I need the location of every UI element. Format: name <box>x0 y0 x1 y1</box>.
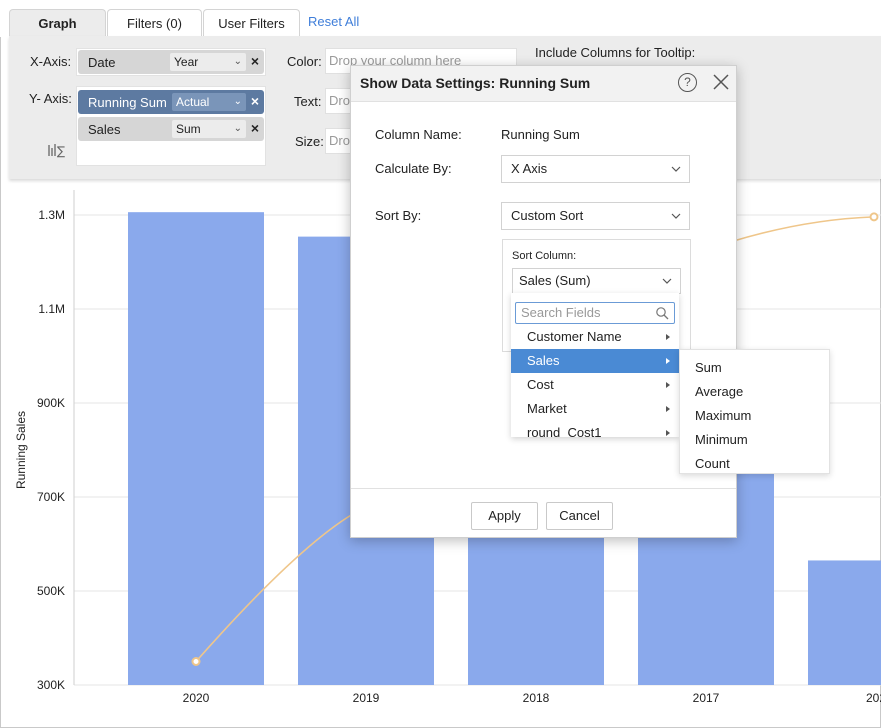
line-point <box>869 212 879 222</box>
tab-user-filters[interactable]: User Filters <box>203 9 300 37</box>
line-point <box>191 657 201 666</box>
y-pill-name: Running Sum <box>88 95 167 110</box>
y-pill-agg-select[interactable]: Sum ⌄ <box>172 120 246 138</box>
dialog-title: Show Data Settings: Running Sum <box>360 75 591 91</box>
column-name-value: Running Sum <box>501 127 580 142</box>
apply-button[interactable]: Apply <box>471 502 538 530</box>
x-pill-name: Date <box>88 55 116 70</box>
chevron-down-icon: ⌄ <box>233 56 242 67</box>
submenu-arrow-icon <box>666 382 670 388</box>
help-icon[interactable]: ? <box>678 73 697 92</box>
submenu-item-count[interactable]: Count <box>695 456 730 471</box>
remove-y-pill-icon[interactable]: × <box>251 93 259 109</box>
bar <box>128 212 264 685</box>
aggregate-submenu: Sum Average Maximum Minimum Count <box>679 349 830 474</box>
calculate-by-label: Calculate By: <box>375 161 452 176</box>
y-axis-pill-sales[interactable]: Sales Sum ⌄ × <box>78 117 264 141</box>
y-axis-title: Running Sales <box>14 411 28 489</box>
x-pill-agg-value: Year <box>174 55 199 69</box>
x-axis-shelf[interactable]: Date Year ⌄ × <box>76 48 266 76</box>
sort-by-select[interactable]: Custom Sort <box>501 202 690 230</box>
chart-type-icon[interactable]: ∑ <box>47 142 69 158</box>
sort-column-select[interactable]: Sales (Sum) <box>512 268 681 294</box>
submenu-arrow-icon <box>666 334 670 340</box>
chevron-down-icon <box>671 213 681 219</box>
submenu-item-minimum[interactable]: Minimum <box>695 432 748 447</box>
chevron-down-icon: ⌄ <box>233 123 242 134</box>
y-tick-label: 500K <box>37 584 65 598</box>
chevron-down-icon: ⌄ <box>233 96 242 107</box>
y-axis-shelf[interactable]: Running Sum Actual ⌄ × Sales Sum ⌄ × <box>76 86 266 166</box>
dialog-footer: Apply Cancel <box>351 488 736 530</box>
y-tick-label: 700K <box>37 490 65 504</box>
close-icon[interactable] <box>711 72 731 92</box>
search-placeholder: Search Fields <box>521 305 601 320</box>
dialog-header: Show Data Settings: Running Sum ? <box>351 66 736 102</box>
remove-y-pill-icon[interactable]: × <box>251 120 259 136</box>
search-fields-input[interactable]: Search Fields <box>515 302 675 324</box>
field-item-label: Customer Name <box>527 329 622 344</box>
x-tick-label: 2019 <box>353 691 380 705</box>
field-item-market[interactable]: Market <box>511 397 679 421</box>
calculate-by-value: X Axis <box>511 161 548 176</box>
field-item-sales[interactable]: Sales <box>511 349 679 373</box>
y-pill-agg-value: Actual <box>176 95 210 109</box>
x-axis-pill[interactable]: Date Year ⌄ × <box>78 50 264 74</box>
field-dropdown: Search Fields Customer Name Sales Cost M… <box>511 293 679 437</box>
calculate-by-select[interactable]: X Axis <box>501 155 690 183</box>
bar <box>808 560 881 685</box>
tab-bar: Graph Filters (0) User Filters Reset All <box>0 0 881 37</box>
sort-by-label: Sort By: <box>375 208 422 223</box>
reset-all-link[interactable]: Reset All <box>308 14 359 29</box>
tab-graph[interactable]: Graph <box>9 9 106 37</box>
field-item-label: Sales <box>527 353 560 368</box>
field-item-label: Cost <box>527 377 554 392</box>
x-axis-label: X-Axis: <box>30 54 72 69</box>
submenu-item-maximum[interactable]: Maximum <box>695 408 751 423</box>
y-pill-name: Sales <box>88 122 121 137</box>
field-item-label: round_Cost1 <box>527 425 602 437</box>
field-item-label: Market <box>527 401 567 416</box>
y-axis-pill-running-sum[interactable]: Running Sum Actual ⌄ × <box>78 90 264 114</box>
search-icon <box>656 307 669 320</box>
x-pill-agg-select[interactable]: Year ⌄ <box>170 53 246 71</box>
submenu-arrow-icon <box>666 406 670 412</box>
column-name-label: Column Name: <box>375 127 462 142</box>
chevron-down-icon <box>671 166 681 172</box>
submenu-item-average[interactable]: Average <box>695 384 743 399</box>
svg-text:∑: ∑ <box>57 144 65 158</box>
y-axis-label: Y- Axis: <box>29 91 72 106</box>
y-pill-agg-value: Sum <box>176 122 201 136</box>
y-pill-agg-select[interactable]: Actual ⌄ <box>172 93 246 111</box>
size-label: Size: <box>295 134 324 149</box>
y-tick-label: 300K <box>37 678 65 692</box>
submenu-item-sum[interactable]: Sum <box>695 360 722 375</box>
tooltip-columns-label: Include Columns for Tooltip: <box>535 45 696 60</box>
color-label: Color: <box>287 54 322 69</box>
y-tick-label: 1.3M <box>38 208 65 222</box>
submenu-arrow-icon <box>666 430 670 436</box>
x-tick-label: 2017 <box>693 691 720 705</box>
sort-column-value: Sales (Sum) <box>519 273 591 288</box>
y-tick-label: 900K <box>37 396 65 410</box>
field-item-customer-name[interactable]: Customer Name <box>511 325 679 349</box>
x-tick-label: 2020 <box>183 691 210 705</box>
submenu-arrow-icon <box>666 358 670 364</box>
y-tick-label: 1.1M <box>38 302 65 316</box>
sort-by-value: Custom Sort <box>511 208 584 223</box>
tab-filters[interactable]: Filters (0) <box>107 9 202 37</box>
field-item-cost[interactable]: Cost <box>511 373 679 397</box>
cancel-button[interactable]: Cancel <box>546 502 613 530</box>
remove-x-pill-icon[interactable]: × <box>251 53 259 69</box>
x-tick-label: 2018 <box>523 691 550 705</box>
chevron-down-icon <box>662 278 672 284</box>
x-tick-label: 202 <box>866 691 881 705</box>
sort-column-label: Sort Column: <box>512 250 577 262</box>
text-label: Text: <box>294 94 322 109</box>
field-item-round-cost1[interactable]: round_Cost1 <box>511 421 679 437</box>
